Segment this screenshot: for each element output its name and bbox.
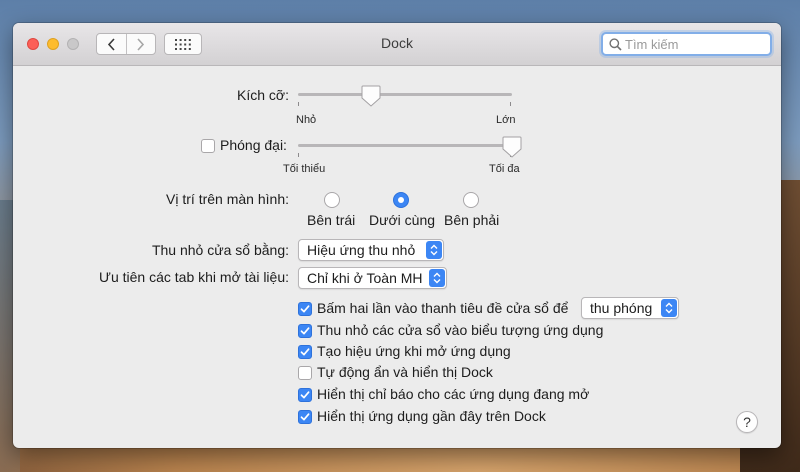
size-slider-thumb[interactable] bbox=[361, 85, 381, 107]
position-left-radio[interactable] bbox=[324, 192, 340, 208]
autohide-dock-checkbox[interactable] bbox=[298, 366, 312, 380]
up-down-arrows-icon bbox=[661, 299, 677, 317]
autohide-dock-label: Tự động ẩn và hiển thị Dock bbox=[317, 364, 493, 380]
double-click-action-value: thu phóng bbox=[590, 300, 653, 316]
magnifier-icon bbox=[609, 37, 622, 51]
minimize-effect-popup[interactable]: Hiệu ứng thu nhỏ bbox=[298, 239, 444, 261]
double-click-titlebar-label: Bấm hai lần vào thanh tiêu đề cửa sổ để bbox=[317, 300, 569, 316]
up-down-arrows-icon bbox=[426, 241, 442, 259]
magnification-label: Phóng đại: bbox=[220, 137, 287, 153]
show-indicators-checkbox[interactable] bbox=[298, 388, 312, 402]
show-indicators-label: Hiển thị chỉ báo cho các ứng dụng đang m… bbox=[317, 386, 590, 402]
magnification-slider-track bbox=[298, 144, 512, 147]
double-click-action-popup[interactable]: thu phóng bbox=[581, 297, 679, 319]
minimize-into-app-icon-label: Thu nhỏ các cửa sổ vào biểu tượng ứng dụ… bbox=[317, 322, 604, 338]
animate-opening-apps-checkbox[interactable] bbox=[298, 345, 312, 359]
size-max-label: Lớn bbox=[496, 114, 516, 126]
size-label: Kích cỡ: bbox=[237, 87, 289, 103]
position-bottom-label: Dưới cùng bbox=[369, 212, 436, 228]
magnification-max-label: Tối đa bbox=[489, 163, 520, 175]
position-left-label: Bên trái bbox=[307, 212, 356, 228]
show-recent-apps-checkbox[interactable] bbox=[298, 410, 312, 424]
minimize-label: Thu nhỏ cửa sổ bằng: bbox=[151, 242, 289, 258]
search-input[interactable] bbox=[625, 36, 765, 52]
magnification-min-label: Tối thiểu bbox=[283, 163, 326, 175]
magnification-slider-thumb[interactable] bbox=[502, 136, 522, 158]
up-down-arrows-icon bbox=[429, 269, 445, 287]
show-recent-apps-label: Hiển thị ứng dụng gần đây trên Dock bbox=[317, 408, 546, 424]
magnification-tick bbox=[298, 153, 299, 157]
size-min-label: Nhỏ bbox=[296, 114, 317, 126]
checkmark-icon bbox=[300, 391, 310, 399]
size-tick bbox=[298, 102, 299, 106]
checkmark-icon bbox=[300, 413, 310, 421]
position-bottom-radio[interactable] bbox=[393, 192, 409, 208]
checkmark-icon bbox=[300, 305, 310, 313]
prefer-tabs-value: Chỉ khi ở Toàn MH bbox=[307, 270, 423, 286]
checkmark-icon bbox=[300, 327, 310, 335]
checkmark-icon bbox=[300, 348, 310, 356]
position-label: Vị trí trên màn hình: bbox=[166, 191, 289, 207]
magnification-checkbox[interactable] bbox=[201, 139, 215, 153]
dock-preferences-window: Dock Kích cỡ: Nhỏ Lớn Phóng đại: Tối thi… bbox=[13, 23, 781, 448]
position-right-label: Bên phải bbox=[444, 212, 500, 228]
titlebar: Dock bbox=[13, 23, 781, 66]
size-tick bbox=[510, 102, 511, 106]
search-field[interactable] bbox=[601, 32, 772, 56]
minimize-effect-value: Hiệu ứng thu nhỏ bbox=[307, 242, 416, 258]
animate-opening-apps-label: Tạo hiệu ứng khi mở ứng dụng bbox=[317, 343, 511, 359]
double-click-titlebar-checkbox[interactable] bbox=[298, 302, 312, 316]
help-button[interactable]: ? bbox=[736, 411, 758, 433]
prefer-tabs-popup[interactable]: Chỉ khi ở Toàn MH bbox=[298, 267, 447, 289]
position-right-radio[interactable] bbox=[463, 192, 479, 208]
minimize-into-app-icon-checkbox[interactable] bbox=[298, 324, 312, 338]
prefer-tabs-label: Ưu tiên các tab khi mở tài liệu: bbox=[99, 269, 289, 285]
size-slider-track bbox=[298, 93, 512, 96]
